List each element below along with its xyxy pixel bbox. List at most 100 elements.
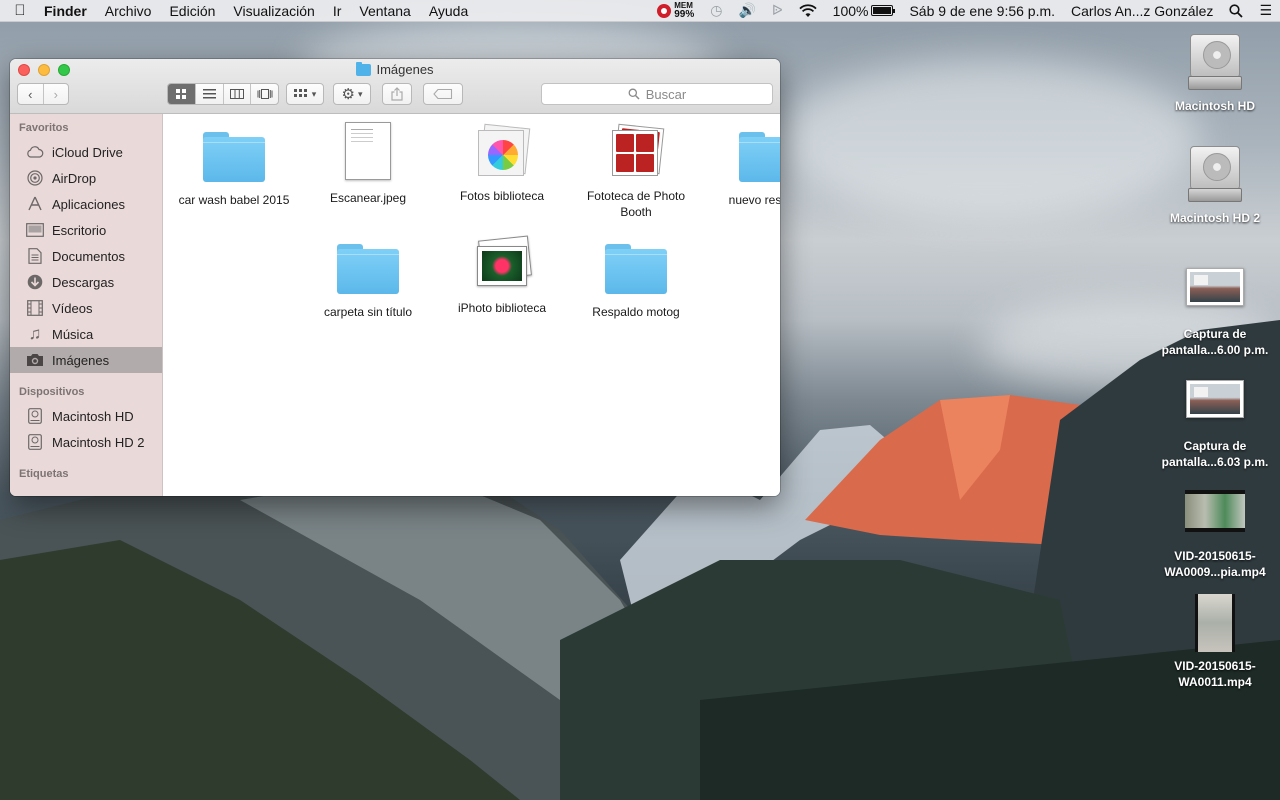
file-item-iphoto-biblioteca[interactable]: iPhoto biblioteca	[442, 235, 562, 316]
sidebar-header-favorites: Favoritos	[19, 122, 69, 134]
column-view-button[interactable]	[224, 84, 252, 104]
folder-icon	[337, 244, 399, 294]
camera-icon	[26, 352, 44, 368]
file-item-escanear[interactable]: Escanear.jpeg	[308, 122, 428, 206]
image-document-icon	[345, 122, 391, 180]
finder-sidebar: Favoritos iCloud Drive AirDrop Aplicacio…	[10, 114, 163, 496]
desktop-item-label: VID-20150615-WA0011.mp4	[1174, 659, 1256, 689]
wifi-icon[interactable]	[791, 3, 825, 18]
sidebar-item-label: iCloud Drive	[52, 144, 123, 160]
menu-archivo[interactable]: Archivo	[96, 3, 161, 19]
forward-button[interactable]: ›	[44, 84, 69, 104]
sidebar-item-music[interactable]: ♫ Música	[10, 321, 162, 347]
arrange-button[interactable]: ▾	[286, 83, 324, 105]
bluetooth-icon[interactable]: ᐉ	[764, 2, 791, 19]
sidebar-item-videos[interactable]: Vídeos	[10, 295, 162, 321]
video-thumbnail-icon	[1195, 594, 1235, 652]
chevron-down-icon: ▾	[311, 88, 317, 99]
desktop-item-macintosh-hd[interactable]: Macintosh HD	[1150, 34, 1280, 114]
film-icon	[26, 300, 44, 316]
sidebar-item-downloads[interactable]: Descargas	[10, 269, 162, 295]
file-item-fotos-biblioteca[interactable]: Fotos biblioteca	[442, 123, 562, 204]
window-toolbar: Imágenes ‹ › ▾ ⚙ ▾ Buscar	[10, 59, 780, 114]
volume-icon[interactable]: 🔊	[730, 2, 763, 19]
sidebar-item-icloud-drive[interactable]: iCloud Drive	[10, 139, 162, 165]
desktop-icon	[26, 222, 44, 238]
desktop-item-macintosh-hd-2[interactable]: Macintosh HD 2	[1150, 146, 1280, 226]
sidebar-item-airdrop[interactable]: AirDrop	[10, 165, 162, 191]
time-machine-icon[interactable]: ◷	[702, 2, 730, 19]
hard-disk-icon	[1188, 34, 1242, 92]
sidebar-item-label: Macintosh HD	[52, 408, 134, 424]
document-icon	[26, 248, 44, 264]
back-button[interactable]: ‹	[18, 84, 44, 104]
desktop-item-screenshot-2[interactable]: Captura de pantalla...6.03 p.m.	[1150, 380, 1280, 470]
coverflow-icon	[257, 89, 273, 99]
file-item-respaldo-motog[interactable]: Respaldo motog	[576, 240, 696, 320]
menu-ayuda[interactable]: Ayuda	[420, 3, 477, 19]
desktop-item-video-1[interactable]: VID-20150615-WA0009...pia.mp4	[1150, 490, 1280, 580]
file-label: carpeta sin título	[323, 305, 413, 319]
desktop-item-screenshot-1[interactable]: Captura de pantalla...6.00 p.m.	[1150, 268, 1280, 358]
menu-ventana[interactable]: Ventana	[350, 3, 419, 19]
menu-ir[interactable]: Ir	[324, 3, 351, 19]
apple-menu-icon[interactable]: 	[0, 2, 40, 19]
list-view-button[interactable]	[196, 84, 224, 104]
file-label: car wash babel 2015	[178, 193, 290, 207]
desktop-item-video-2[interactable]: VID-20150615-WA0011.mp4	[1150, 594, 1280, 690]
battery-status[interactable]: 100%	[825, 3, 902, 19]
gear-icon: ⚙	[341, 86, 355, 103]
file-label: Escanear.jpeg	[329, 191, 407, 205]
notification-center-icon[interactable]: ☰	[1251, 2, 1280, 19]
sidebar-item-desktop[interactable]: Escritorio	[10, 217, 162, 243]
memory-status[interactable]: MEM 99%	[649, 1, 702, 20]
photos-library-icon	[476, 123, 531, 178]
folder-icon	[356, 61, 372, 76]
sidebar-item-macintosh-hd-2[interactable]: Macintosh HD 2	[10, 429, 162, 455]
menu-finder[interactable]: Finder	[40, 3, 96, 19]
view-mode-control	[167, 83, 279, 105]
cloud-icon	[26, 144, 44, 160]
file-item-carpeta-sin-titulo[interactable]: carpeta sin título	[308, 240, 428, 320]
menu-edicion[interactable]: Edición	[160, 3, 224, 19]
spotlight-search-icon[interactable]	[1221, 3, 1251, 18]
share-button[interactable]	[382, 83, 412, 105]
file-item-nuevo-res-moto[interactable]: nuevo res moto	[710, 128, 780, 208]
desktop-item-label: Macintosh HD	[1174, 99, 1255, 113]
edit-tags-button[interactable]	[423, 83, 463, 105]
desktop-item-label: Captura de pantalla...6.03 p.m.	[1161, 439, 1269, 469]
menu-bar:  Finder Archivo Edición Visualización I…	[0, 0, 1280, 22]
file-label: nuevo res moto	[728, 193, 780, 207]
window-title-text: Imágenes	[376, 62, 434, 77]
folder-icon	[739, 132, 780, 182]
sidebar-item-pictures[interactable]: Imágenes	[10, 347, 162, 373]
coverflow-view-button[interactable]	[251, 84, 278, 104]
icon-view-button[interactable]	[168, 84, 196, 104]
arrange-grid-icon	[293, 89, 307, 97]
desktop-item-label: Captura de pantalla...6.00 p.m.	[1161, 327, 1269, 357]
user-menu[interactable]: Carlos An...z González	[1063, 3, 1221, 19]
file-item-car-wash-babel[interactable]: car wash babel 2015	[174, 128, 294, 208]
tag-icon	[433, 89, 453, 99]
airdrop-icon	[26, 170, 44, 186]
sidebar-header-devices: Dispositivos	[19, 386, 85, 398]
desktop-item-label: VID-20150615-WA0009...pia.mp4	[1164, 549, 1266, 579]
window-title: Imágenes	[10, 61, 780, 77]
file-label: iPhoto biblioteca	[457, 301, 547, 315]
menu-visualizacion[interactable]: Visualización	[224, 3, 323, 19]
file-label: Fotos biblioteca	[459, 189, 545, 203]
grid-icon	[175, 88, 186, 99]
sidebar-item-documents[interactable]: Documentos	[10, 243, 162, 269]
sidebar-item-macintosh-hd[interactable]: Macintosh HD	[10, 403, 162, 429]
action-button[interactable]: ⚙ ▾	[333, 83, 371, 105]
folder-icon	[203, 132, 265, 182]
sidebar-item-applications[interactable]: Aplicaciones	[10, 191, 162, 217]
download-icon	[26, 274, 44, 290]
clock[interactable]: Sáb 9 de ene 9:56 p.m.	[901, 3, 1063, 19]
search-field[interactable]: Buscar	[541, 83, 773, 105]
video-thumbnail-icon	[1185, 490, 1245, 532]
file-item-fototeca-photo-booth[interactable]: Fototeca de Photo Booth	[576, 123, 696, 220]
memory-gauge-icon	[657, 3, 672, 18]
screenshot-thumbnail-icon	[1186, 380, 1244, 418]
share-icon	[391, 87, 403, 101]
